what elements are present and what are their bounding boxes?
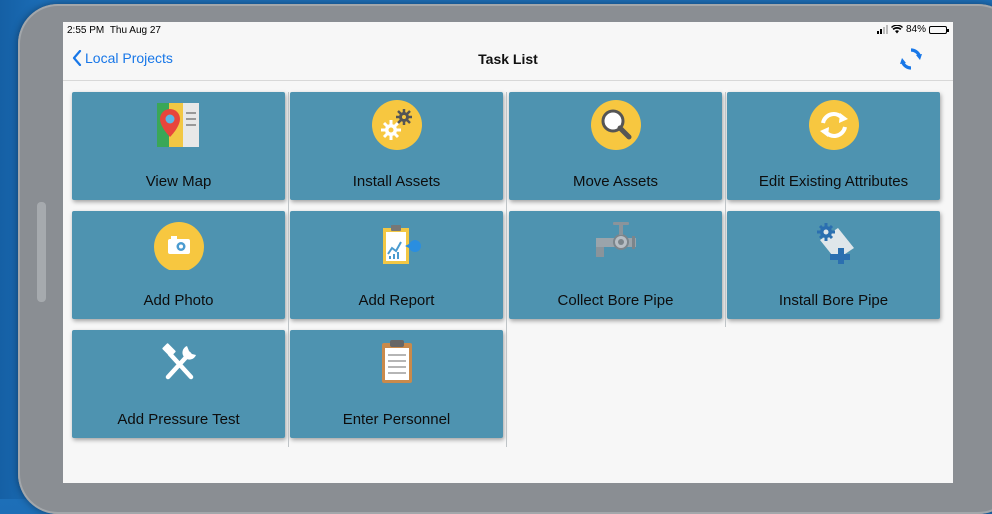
tile-label: Move Assets [572, 173, 659, 190]
tile-label: Collect Bore Pipe [557, 292, 674, 309]
tile-install-bore-pipe[interactable]: Install Bore Pipe [727, 211, 940, 319]
status-time-text: 2:55 PM [67, 25, 105, 36]
tile-label: Install Bore Pipe [778, 292, 889, 309]
status-indicators: 84% [876, 24, 949, 35]
tile-add-report[interactable]: Add Report [290, 211, 503, 319]
tile-add-photo[interactable]: Add Photo [72, 211, 285, 319]
signal-icon [876, 25, 888, 34]
tile-add-pressure-test[interactable]: Add Pressure Test [72, 330, 285, 438]
battery-percent: 84% [905, 24, 926, 35]
camera-icon [153, 222, 204, 270]
tile-install-assets[interactable]: Install Assets [290, 92, 503, 200]
status-bar: 2:55 PM Thu Aug 27 84% [63, 22, 953, 38]
sync-icon[interactable] [899, 48, 923, 70]
map-pin-icon [156, 103, 199, 147]
wifi-icon [890, 25, 903, 34]
tile-collect-bore-pipe[interactable]: Collect Bore Pipe [509, 211, 722, 319]
tile-view-map[interactable]: View Map [72, 92, 285, 200]
column-divider [725, 92, 726, 327]
pipe-gear-icon [816, 223, 854, 264]
tile-label: Add Photo [143, 292, 214, 309]
navigation-bar: Local Projects Task List [63, 38, 953, 81]
magnifier-icon [590, 100, 641, 150]
status-time: 2:55 PM Thu Aug 27 [67, 25, 161, 36]
page-title: Task List [478, 51, 538, 67]
tile-label: Add Pressure Test [117, 411, 240, 428]
tile-move-assets[interactable]: Move Assets [509, 92, 722, 200]
tools-icon [161, 343, 196, 380]
report-icon [382, 225, 421, 264]
tile-label: Enter Personnel [342, 411, 451, 428]
tile-label: Install Assets [352, 173, 441, 190]
tile-label: View Map [145, 173, 212, 190]
battery-icon [929, 25, 949, 34]
gears-icon [371, 100, 422, 150]
status-date-text: Thu Aug 27 [109, 25, 161, 36]
tile-edit-existing-attributes[interactable]: Edit Existing Attributes [727, 92, 940, 200]
column-divider [506, 92, 507, 447]
refresh-icon [808, 100, 859, 150]
app-screen: 2:55 PM Thu Aug 27 84% Local Projects Ta… [63, 22, 953, 483]
tablet-side-button [37, 202, 46, 302]
pipe-valve-icon [595, 222, 636, 257]
tile-enter-personnel[interactable]: Enter Personnel [290, 330, 503, 438]
clipboard-icon [381, 340, 412, 383]
column-divider [288, 92, 289, 447]
tile-label: Add Report [358, 292, 435, 309]
tile-label: Edit Existing Attributes [758, 173, 909, 190]
